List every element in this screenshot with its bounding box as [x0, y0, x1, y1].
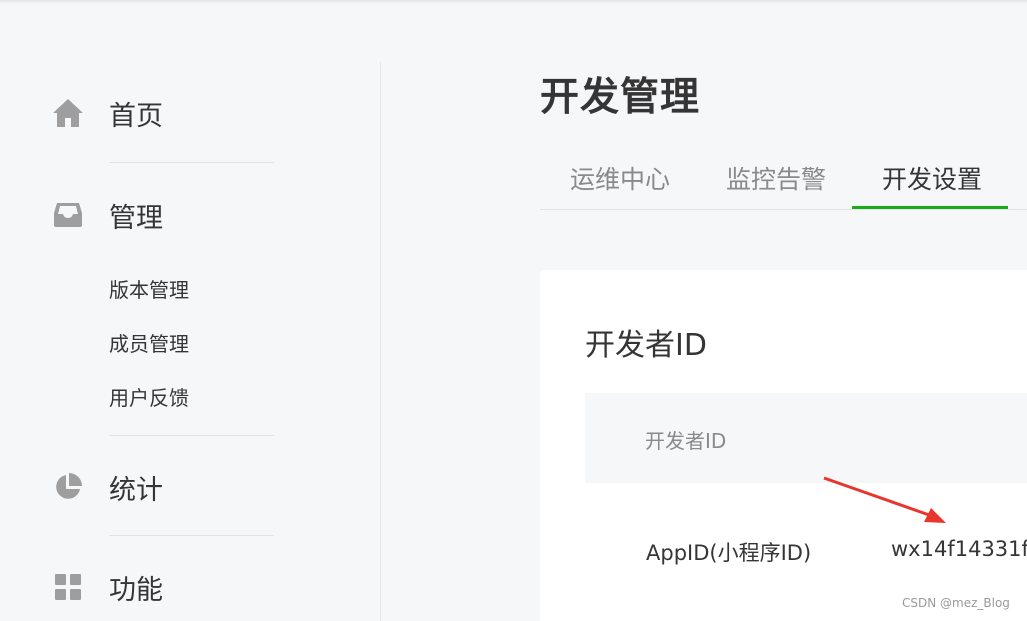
grid-icon [52, 571, 84, 603]
card-title: 开发者ID [585, 328, 707, 363]
sidebar: 首页 管理 版本管理 成员管理 用户反馈 统计 功能 [0, 0, 380, 621]
sidebar-item-label: 功能 [109, 574, 163, 606]
sidebar-item-label: 首页 [109, 100, 163, 132]
watermark: CSDN @mez_Blog [902, 596, 1010, 610]
active-tab-indicator [852, 206, 1008, 209]
table-header: 开发者ID [585, 393, 1027, 483]
sidebar-item-label: 统计 [109, 474, 163, 506]
tab-ops-center[interactable]: 运维中心 [570, 160, 670, 196]
appid-label: AppID(小程序ID) [646, 541, 812, 565]
sidebar-item-features[interactable]: 功能 [52, 567, 163, 607]
sidebar-item-label: 管理 [109, 202, 163, 234]
sidebar-item-home[interactable]: 首页 [52, 93, 163, 133]
sidebar-divider [109, 435, 274, 436]
table-header-cell: 开发者ID [645, 429, 727, 453]
home-icon [52, 97, 84, 129]
sidebar-divider [109, 162, 274, 163]
sidebar-subitem-member-manage[interactable]: 成员管理 [109, 330, 189, 358]
red-annotation-arrow [823, 476, 946, 523]
sidebar-item-statistics[interactable]: 统计 [52, 467, 163, 507]
sidebar-vertical-divider [380, 62, 381, 621]
tab-bar: 运维中心 监控告警 开发设置 [540, 150, 1027, 210]
sidebar-subitem-version-manage[interactable]: 版本管理 [109, 276, 189, 304]
appid-value[interactable]: wx14f14331f5 [891, 537, 1027, 561]
pie-chart-icon [52, 471, 84, 503]
sidebar-subitem-user-feedback[interactable]: 用户反馈 [109, 384, 189, 412]
inbox-icon [52, 199, 84, 231]
page-title: 开发管理 [540, 75, 701, 120]
developer-id-card: 开发者ID 开发者ID AppID(小程序ID) wx14f14331f5 [540, 270, 1027, 621]
sidebar-divider [109, 535, 274, 536]
tab-dev-settings[interactable]: 开发设置 [882, 160, 982, 196]
sidebar-item-manage[interactable]: 管理 [52, 195, 163, 235]
tab-monitoring-alerts[interactable]: 监控告警 [726, 160, 826, 196]
